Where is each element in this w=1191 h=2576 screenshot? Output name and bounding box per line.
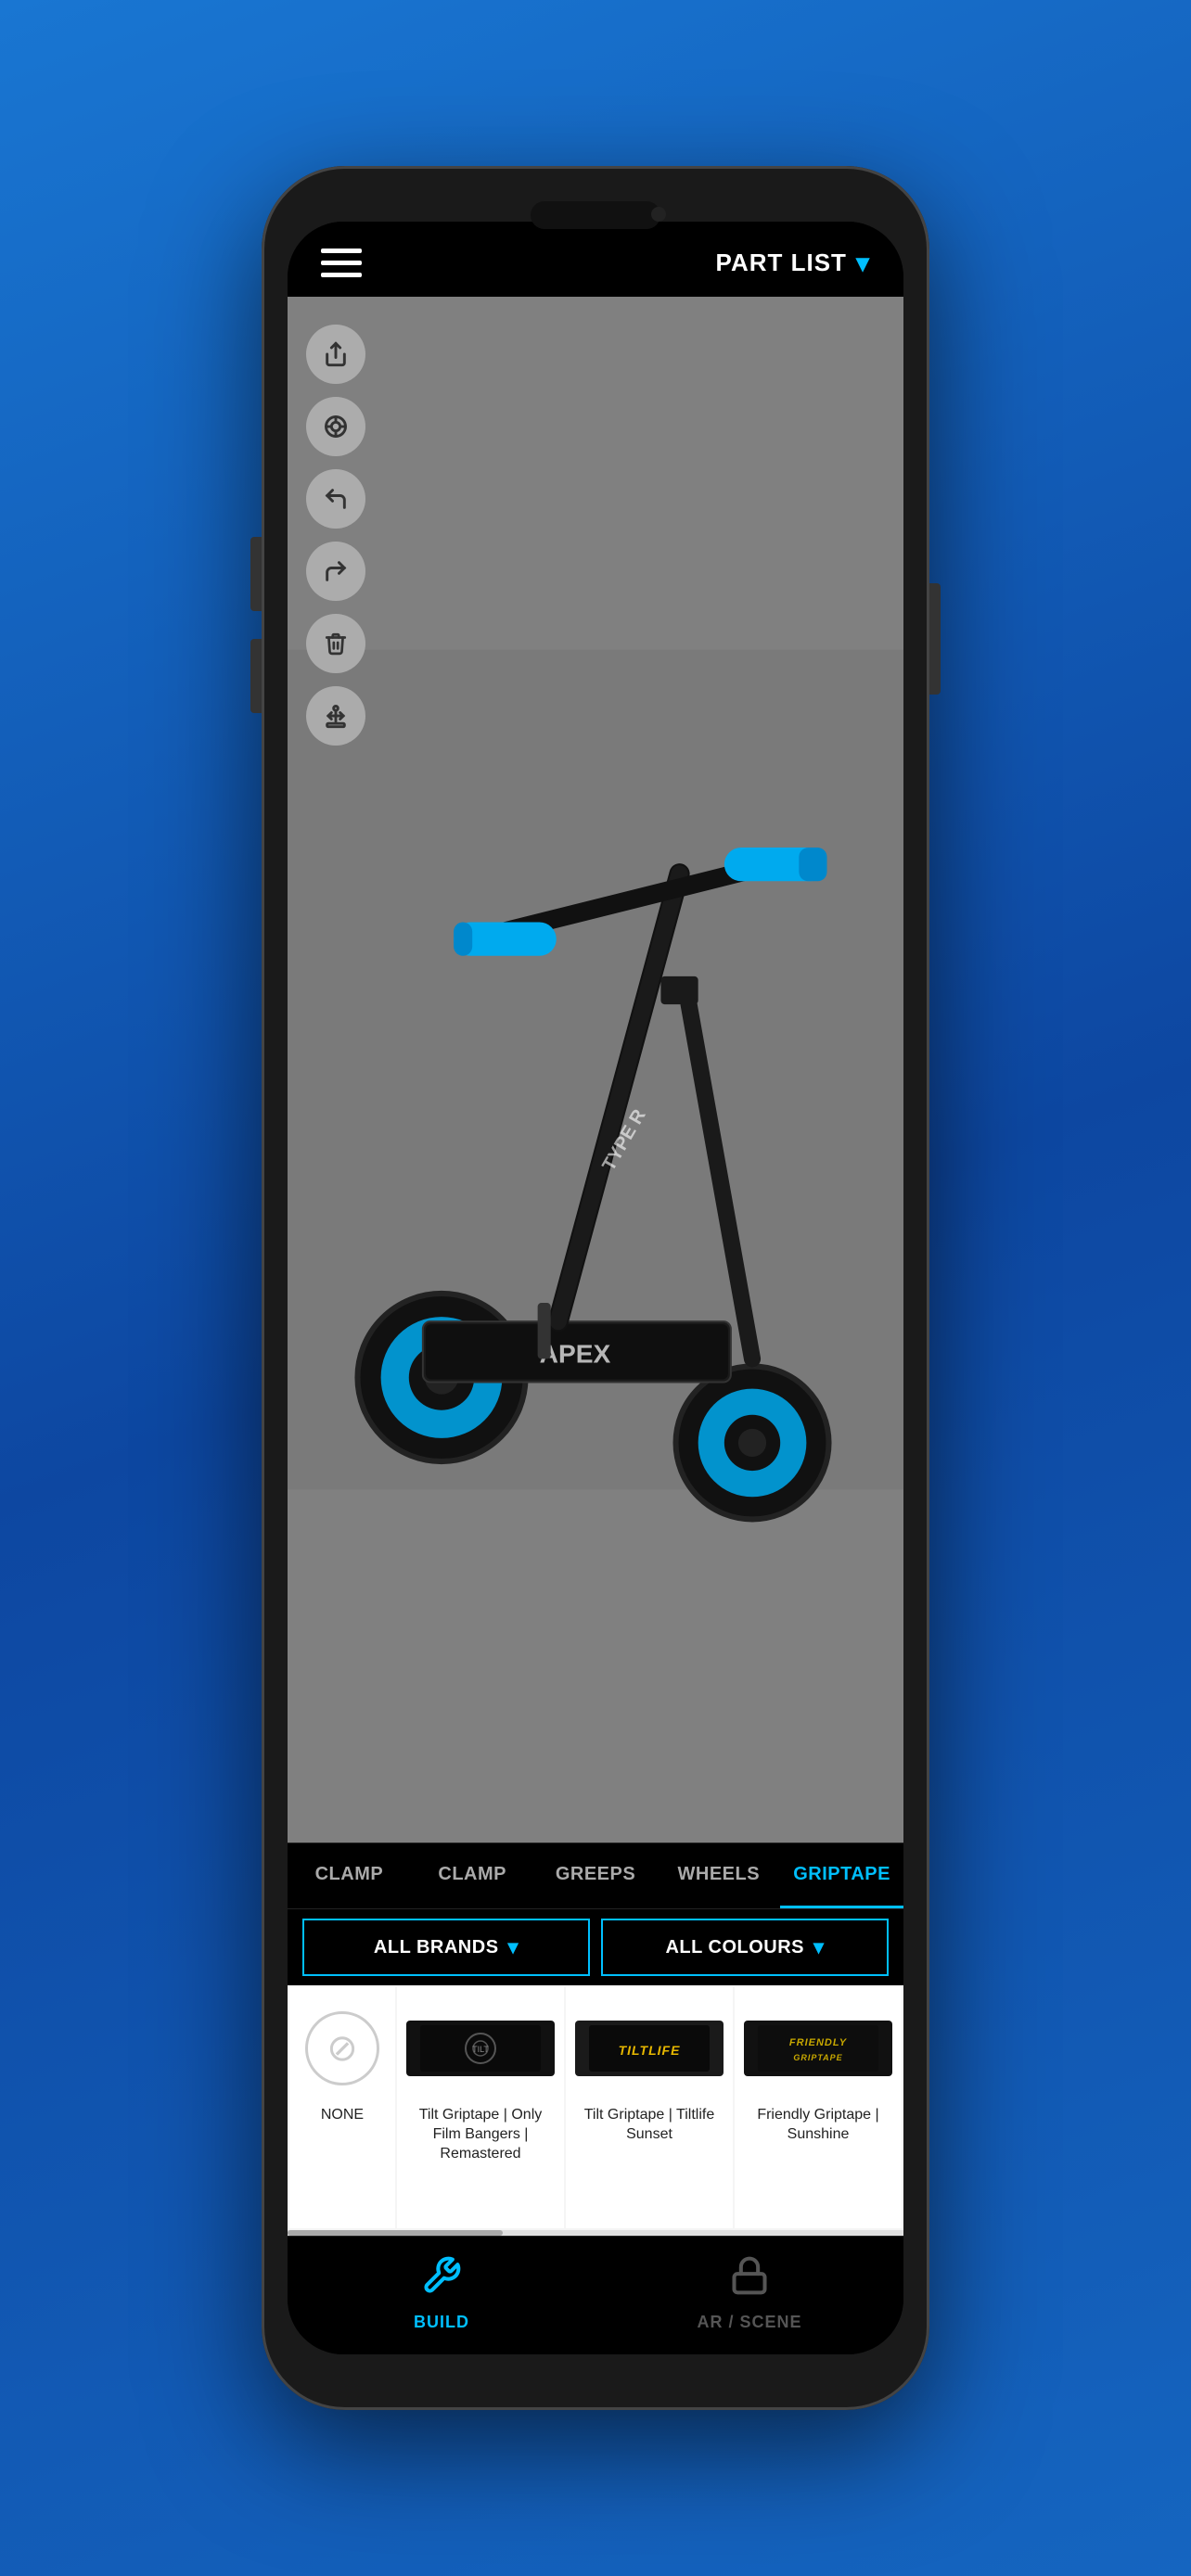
- ar-scene-icon: [729, 2255, 770, 2305]
- build-label: BUILD: [414, 2313, 469, 2332]
- redo-button[interactable]: [306, 542, 365, 601]
- product-image-tiltlife: TILTLIFE: [575, 2002, 724, 2095]
- filter-brands-label: ALL BRANDS: [374, 1937, 499, 1958]
- svg-text:FRIENDLY: FRIENDLY: [789, 2037, 848, 2048]
- left-toolbar: [306, 325, 365, 746]
- bottom-nav: BUILD AR / SCENE: [288, 2236, 903, 2354]
- product-grid: ⊘ NONE TILT: [288, 1985, 903, 2230]
- part-list-button[interactable]: PART LIST ▾: [716, 248, 870, 278]
- product-name-tiltlife: Tilt Griptape | Tiltlife Sunset: [575, 2106, 724, 2145]
- tab-wheels[interactable]: WHEELS: [657, 1843, 780, 1908]
- tab-clamp1[interactable]: CLAMP: [288, 1843, 411, 1908]
- tab-clamp2[interactable]: CLAMP: [411, 1843, 534, 1908]
- part-list-chevron: ▾: [856, 248, 870, 278]
- griptape-image-1: TILT: [406, 2021, 555, 2076]
- product-name-tilt-film: Tilt Griptape | Only Film Bangers | Rema…: [406, 2106, 555, 2163]
- side-button-volume-down: [250, 639, 262, 713]
- hamburger-line-2: [321, 261, 362, 265]
- product-name-none: NONE: [321, 2106, 364, 2125]
- part-list-label: PART LIST: [716, 249, 847, 277]
- page-wrapper: PART LIST ▾: [0, 0, 1191, 2576]
- phone-frame: PART LIST ▾: [262, 166, 929, 2410]
- svg-text:TILTLIFE: TILTLIFE: [619, 2043, 681, 2058]
- delete-button[interactable]: [306, 614, 365, 673]
- product-card-tiltlife[interactable]: TILTLIFE Tilt Griptape | Tiltlife Sunset: [566, 1987, 733, 2228]
- product-name-friendly: Friendly Griptape | Sunshine: [744, 2106, 892, 2145]
- filter-colours-label: ALL COLOURS: [665, 1937, 804, 1958]
- filter-row: ALL BRANDS ▾ ALL COLOURS ▾: [288, 1908, 903, 1985]
- hamburger-line-1: [321, 249, 362, 253]
- target-button[interactable]: [306, 397, 365, 456]
- product-card-friendly[interactable]: FRIENDLY GRIPTAPE Friendly Griptape | Su…: [735, 1987, 902, 2228]
- side-button-power: [929, 583, 941, 695]
- tab-griptape[interactable]: GRIPTAPE: [780, 1843, 903, 1908]
- hamburger-menu-button[interactable]: [321, 249, 362, 277]
- product-card-none[interactable]: ⊘ NONE: [289, 1987, 395, 2228]
- product-image-friendly: FRIENDLY GRIPTAPE: [744, 2002, 892, 2095]
- griptape-image-2: TILTLIFE: [575, 2021, 724, 2076]
- ar-scene-label: AR / SCENE: [697, 2313, 801, 2332]
- phone-screen: PART LIST ▾: [288, 222, 903, 2354]
- categories-bar: CLAMP CLAMP GREEPS WHEELS GRIPTAPE: [288, 1843, 903, 1908]
- nav-ar-scene[interactable]: AR / SCENE: [596, 2237, 903, 2354]
- svg-text:TILT: TILT: [472, 2045, 489, 2054]
- scroll-bar: [288, 2230, 503, 2236]
- hamburger-line-3: [321, 273, 362, 277]
- header: PART LIST ▾: [288, 222, 903, 297]
- product-image-tilt-film: TILT: [406, 2002, 555, 2095]
- scale-button[interactable]: [306, 686, 365, 746]
- griptape-image-3: FRIENDLY GRIPTAPE: [744, 2021, 892, 2076]
- undo-button[interactable]: [306, 469, 365, 529]
- tab-greeps[interactable]: GREEPS: [534, 1843, 658, 1908]
- scooter-image: APEX TYPE R: [288, 297, 903, 1843]
- product-card-tilt-film[interactable]: TILT Tilt Griptape | Only Film Bangers |…: [397, 1987, 564, 2228]
- scooter-viewer: APEX TYPE R: [288, 297, 903, 1843]
- svg-text:GRIPTAPE: GRIPTAPE: [793, 2053, 842, 2062]
- share-button[interactable]: [306, 325, 365, 384]
- nav-build[interactable]: BUILD: [288, 2237, 596, 2354]
- scroll-indicator: [288, 2230, 903, 2236]
- filter-brands-button[interactable]: ALL BRANDS ▾: [302, 1919, 590, 1976]
- filter-colours-chevron: ▾: [813, 1935, 825, 1959]
- build-icon: [421, 2255, 462, 2305]
- filter-brands-chevron: ▾: [508, 1935, 519, 1959]
- product-image-none: ⊘: [299, 2002, 386, 2095]
- side-button-volume-up: [250, 537, 262, 611]
- filter-colours-button[interactable]: ALL COLOURS ▾: [601, 1919, 889, 1976]
- no-icon: ⊘: [305, 2011, 379, 2085]
